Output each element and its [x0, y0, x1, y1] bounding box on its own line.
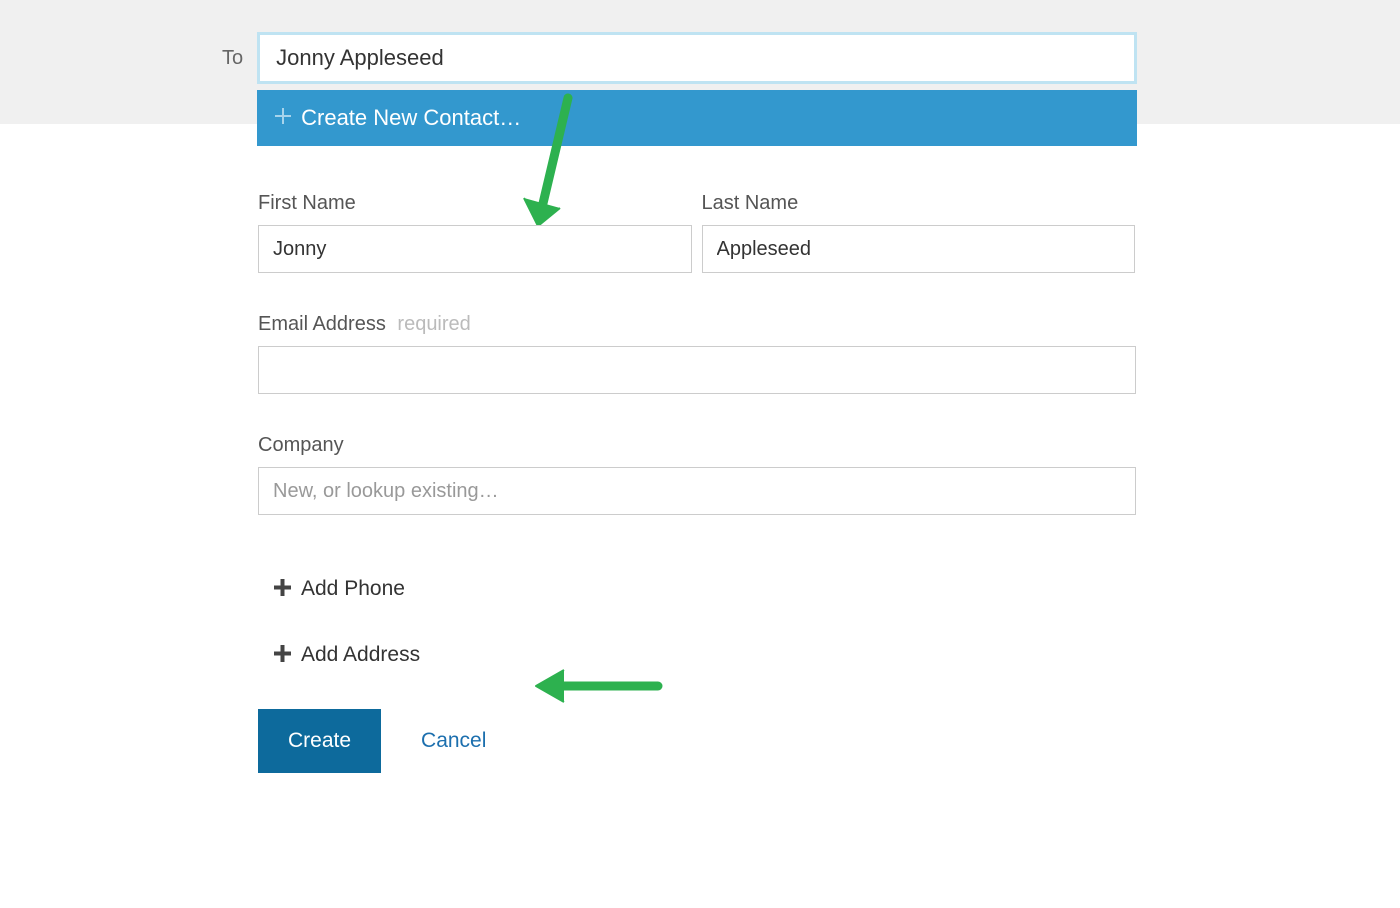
- add-address-link[interactable]: Add Address: [274, 643, 1135, 667]
- last-name-group: Last Name: [702, 192, 1136, 273]
- company-group: Company: [258, 434, 1136, 515]
- first-name-label: First Name: [258, 192, 692, 215]
- required-hint: required: [397, 313, 470, 335]
- add-phone-link[interactable]: Add Phone: [274, 577, 1135, 601]
- to-input[interactable]: [257, 32, 1137, 84]
- add-phone-text: Add Phone: [301, 577, 405, 601]
- email-group: Email Address required: [258, 313, 1136, 394]
- first-name-input[interactable]: [258, 225, 692, 273]
- company-label: Company: [258, 434, 1136, 457]
- email-label: Email Address required: [258, 313, 1136, 336]
- contact-form: First Name Last Name Email Address requi…: [0, 124, 1135, 773]
- email-label-text: Email Address: [258, 313, 386, 335]
- cancel-link[interactable]: Cancel: [421, 729, 486, 753]
- to-row: To Create New Contact…: [0, 32, 1400, 84]
- plus-icon: [274, 579, 291, 600]
- to-section: To Create New Contact…: [0, 0, 1400, 124]
- plus-icon: [274, 645, 291, 666]
- name-row: First Name Last Name: [258, 192, 1135, 273]
- to-input-wrapper: Create New Contact…: [257, 32, 1137, 84]
- first-name-group: First Name: [258, 192, 692, 273]
- company-input[interactable]: [258, 467, 1136, 515]
- last-name-input[interactable]: [702, 225, 1136, 273]
- create-button[interactable]: Create: [258, 709, 381, 773]
- button-row: Create Cancel: [258, 709, 1135, 773]
- add-address-text: Add Address: [301, 643, 420, 667]
- last-name-label: Last Name: [702, 192, 1136, 215]
- email-input[interactable]: [258, 346, 1136, 394]
- to-label: To: [222, 47, 243, 70]
